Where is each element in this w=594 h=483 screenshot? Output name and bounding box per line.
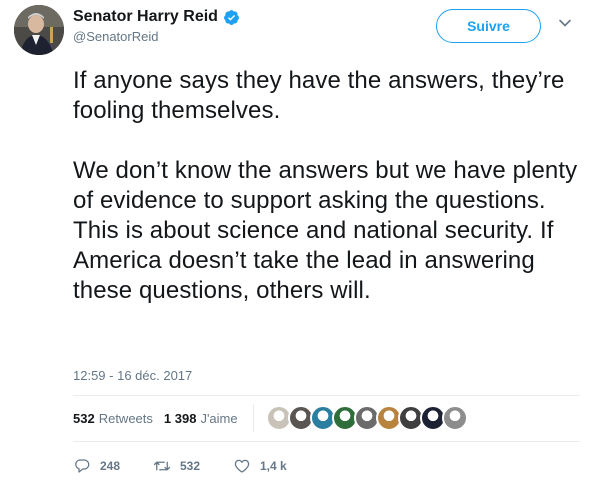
verified-badge-icon [223,9,240,26]
like-count: 1,4 k [260,459,287,473]
author-avatar[interactable] [14,5,64,55]
likes-stat[interactable]: 1 398 J'aime [164,411,238,426]
tweet-card: Senator Harry Reid @SenatorReid Suivre I… [0,0,594,483]
reply-button[interactable]: 248 [73,457,153,475]
tweet-actions: 248 532 1,4 k [73,457,287,475]
liker-avatar-9[interactable] [442,405,468,431]
retweets-stat[interactable]: 532 Retweets [73,411,153,426]
reply-icon [75,459,90,473]
author-display-name[interactable]: Senator Harry Reid [73,8,218,26]
likes-label: J'aime [200,411,238,426]
like-button[interactable]: 1,4 k [233,457,287,475]
retweet-button[interactable]: 532 [153,457,233,475]
author-name-row: Senator Harry Reid [73,6,240,28]
retweet-icon [153,461,171,471]
retweets-label: Retweets [98,411,153,426]
tweet-timestamp[interactable]: 12:59 - 16 déc. 2017 [73,368,192,383]
tweet-paragraph: We don’t know the answers but we have pl… [73,157,578,304]
tweet-text: If anyone says they have the answers, th… [73,66,578,306]
chevron-down-icon[interactable] [558,16,572,30]
stats-divider [253,404,254,432]
retweets-count: 532 [73,411,95,426]
follow-button[interactable]: Suivre [436,9,541,43]
divider [73,441,580,442]
author-handle[interactable]: @SenatorReid [73,29,158,44]
engagement-stats: 532 Retweets 1 398 J'aime [73,411,238,426]
reply-count: 248 [100,459,121,473]
divider [73,395,580,396]
tweet-paragraph: If anyone says they have the answers, th… [73,67,565,124]
retweet-count: 532 [180,459,201,473]
liker-avatars [266,405,468,431]
heart-icon [234,459,250,473]
likes-count: 1 398 [163,411,197,426]
avatar-photo-icon [14,5,64,55]
